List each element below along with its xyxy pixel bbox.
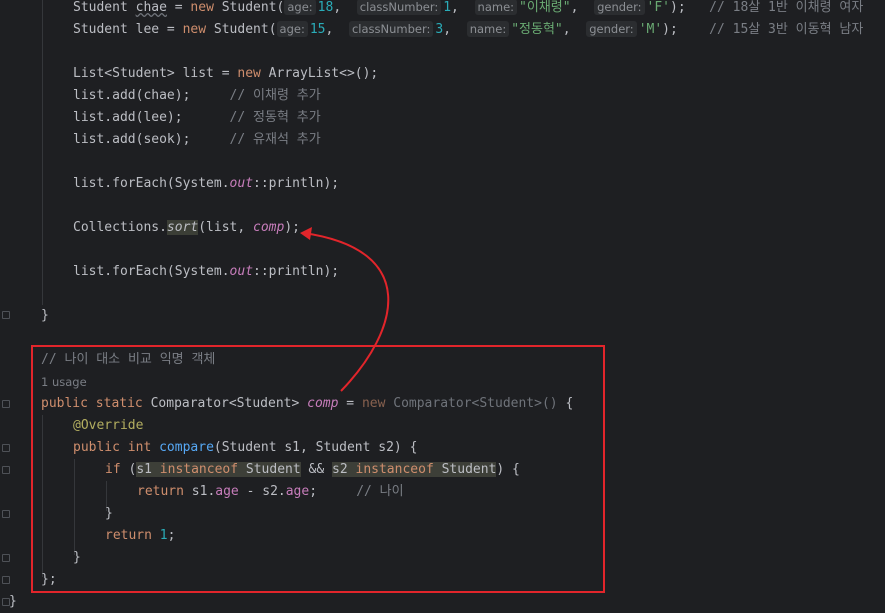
annotation-arrow bbox=[300, 227, 390, 392]
arrow-curve bbox=[303, 232, 390, 392]
code-editor[interactable]: Student chae = new Student(age: 18, class… bbox=[0, 0, 885, 612]
arrow-head-icon bbox=[300, 227, 312, 240]
